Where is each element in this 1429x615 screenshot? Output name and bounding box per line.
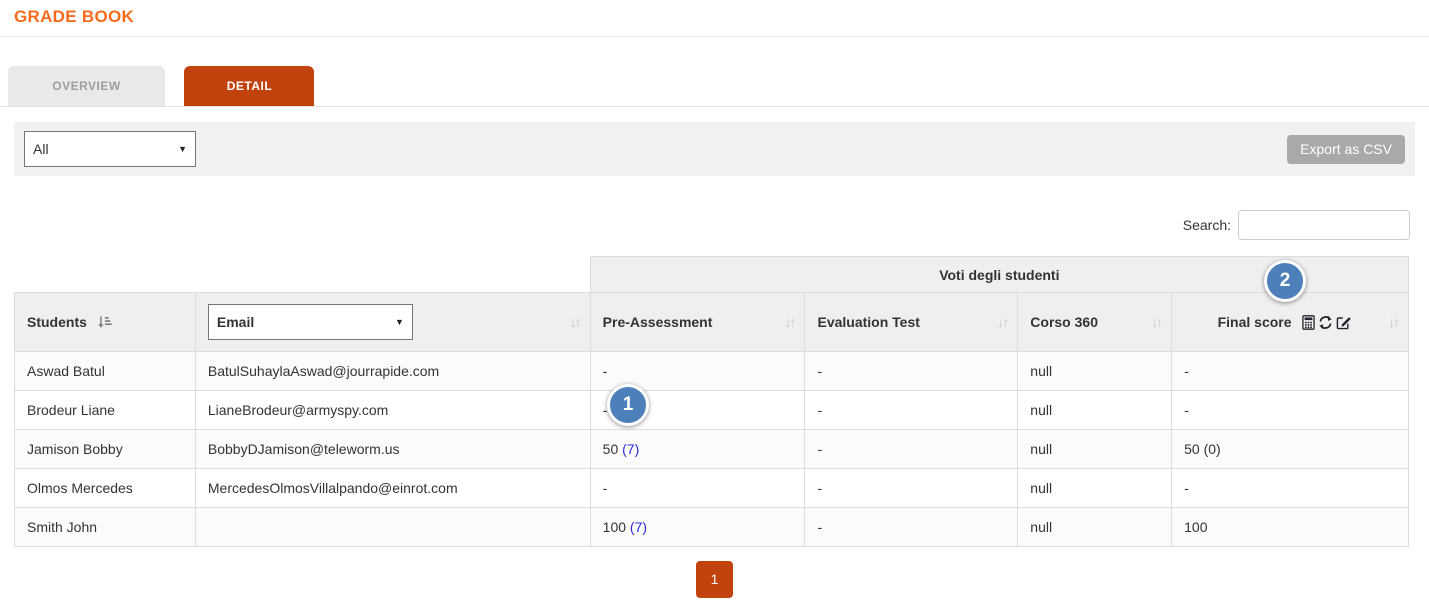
calculator-icon[interactable] bbox=[1301, 314, 1315, 330]
tab-overview[interactable]: OVERVIEW bbox=[8, 66, 165, 106]
pagination: 1 bbox=[0, 561, 1429, 598]
student-email-cell: BatulSuhaylaAswad@jourrapide.com bbox=[194, 351, 591, 391]
evaluation-test-cell: - bbox=[804, 429, 1019, 469]
search-row: Search: bbox=[0, 210, 1410, 240]
column-header-students[interactable]: Students bbox=[14, 292, 196, 352]
group-header-row: Voti degli studenti bbox=[14, 256, 1410, 293]
table-row: Olmos Mercedes MercedesOlmosVillalpando@e… bbox=[14, 468, 1409, 508]
table-row: Smith John 100 (7) - null 100 bbox=[14, 507, 1409, 547]
corso-360-cell: null bbox=[1017, 468, 1173, 508]
page-1-button[interactable]: 1 bbox=[696, 561, 733, 598]
evaluation-test-cell: - bbox=[804, 390, 1019, 430]
student-email-cell: LianeBrodeur@armyspy.com bbox=[194, 390, 591, 430]
corner-empty-cell bbox=[14, 256, 591, 293]
course-filter-dropdown[interactable]: All bbox=[24, 131, 196, 167]
gradebook-table: Voti degli studenti Students Email ▼ ↓↑ … bbox=[14, 256, 1410, 547]
table-row: Aswad Batul BatulSuhaylaAswad@jourrapide.… bbox=[14, 351, 1409, 391]
tab-bar: OVERVIEW DETAIL bbox=[0, 66, 1429, 107]
student-email-cell bbox=[194, 507, 591, 547]
student-email-cell: MercedesOlmosVillalpando@einrot.com bbox=[194, 468, 591, 508]
pre-assessment-cell: 100 (7) bbox=[589, 507, 806, 547]
sort-icon: ↓↑ bbox=[1388, 314, 1400, 330]
edit-icon[interactable] bbox=[1336, 315, 1351, 330]
filter-bar: All Export as CSV bbox=[14, 122, 1415, 176]
student-name-cell: Jamison Bobby bbox=[14, 429, 196, 469]
corso-360-cell: null bbox=[1017, 429, 1173, 469]
student-email-cell: BobbyDJamison@teleworm.us bbox=[194, 429, 591, 469]
sort-icon: ↓↑ bbox=[1151, 314, 1163, 330]
export-csv-button[interactable]: Export as CSV bbox=[1287, 134, 1405, 164]
course-filter-dropdown-wrap: All bbox=[24, 131, 196, 167]
refresh-icon[interactable] bbox=[1318, 315, 1333, 330]
final-score-cell: - bbox=[1171, 468, 1409, 508]
annotation-badge-1: 1 bbox=[607, 384, 649, 426]
corso-360-cell: null bbox=[1017, 390, 1173, 430]
final-score-cell: - bbox=[1171, 351, 1409, 391]
search-input[interactable] bbox=[1238, 210, 1410, 240]
student-name-cell: Brodeur Liane bbox=[14, 390, 196, 430]
evaluation-test-cell: - bbox=[804, 468, 1019, 508]
pre-assessment-cell: - bbox=[589, 468, 806, 508]
table-row: Brodeur Liane LianeBrodeur@armyspy.com - - n… bbox=[14, 390, 1409, 430]
title-divider bbox=[0, 36, 1429, 37]
sort-amount-asc-icon bbox=[97, 315, 112, 330]
corso-360-cell: null bbox=[1017, 351, 1173, 391]
sort-icon: ↓↑ bbox=[997, 314, 1009, 330]
corso-360-cell: null bbox=[1017, 507, 1173, 547]
column-header-row: Students Email ▼ ↓↑ Pre-Assessment ↓↑ Ev… bbox=[14, 292, 1409, 352]
final-score-cell: 100 bbox=[1171, 507, 1409, 547]
column-header-corso-360[interactable]: Corso 360 ↓↑ bbox=[1017, 292, 1173, 352]
table-row: Jamison Bobby BobbyDJamison@teleworm.us 50… bbox=[14, 429, 1409, 469]
attempts-link[interactable]: (7) bbox=[622, 441, 639, 457]
column-header-email[interactable]: Email ↓↑ bbox=[194, 292, 591, 352]
page-title: GRADE BOOK bbox=[14, 7, 135, 26]
tab-detail[interactable]: DETAIL bbox=[184, 66, 315, 106]
gradebook-page: GRADE BOOK OVERVIEW DETAIL All Export as… bbox=[0, 0, 1429, 615]
final-score-cell: - bbox=[1171, 390, 1409, 430]
annotation-badge-2: 2 bbox=[1264, 260, 1306, 302]
email-column-dropdown[interactable]: Email bbox=[207, 304, 413, 340]
student-name-cell: Smith John bbox=[14, 507, 196, 547]
evaluation-test-cell: - bbox=[804, 507, 1019, 547]
search-label: Search: bbox=[1182, 217, 1231, 233]
final-score-cell: 50 (0) bbox=[1171, 429, 1409, 469]
sort-icon: ↓↑ bbox=[569, 314, 582, 330]
email-column-dropdown-wrap: Email bbox=[207, 304, 413, 340]
column-header-evaluation-test[interactable]: Evaluation Test ↓↑ bbox=[804, 292, 1019, 352]
attempts-link[interactable]: (7) bbox=[630, 519, 647, 535]
table-body: Aswad Batul BatulSuhaylaAswad@jourrapide.… bbox=[14, 351, 1409, 547]
sort-icon: ↓↑ bbox=[784, 314, 796, 330]
evaluation-test-cell: - bbox=[804, 351, 1019, 391]
student-name-cell: Aswad Batul bbox=[14, 351, 196, 391]
pre-assessment-cell: 50 (7) bbox=[589, 429, 806, 469]
column-header-pre-assessment[interactable]: Pre-Assessment ↓↑ bbox=[589, 292, 806, 352]
student-name-cell: Olmos Mercedes bbox=[14, 468, 196, 508]
